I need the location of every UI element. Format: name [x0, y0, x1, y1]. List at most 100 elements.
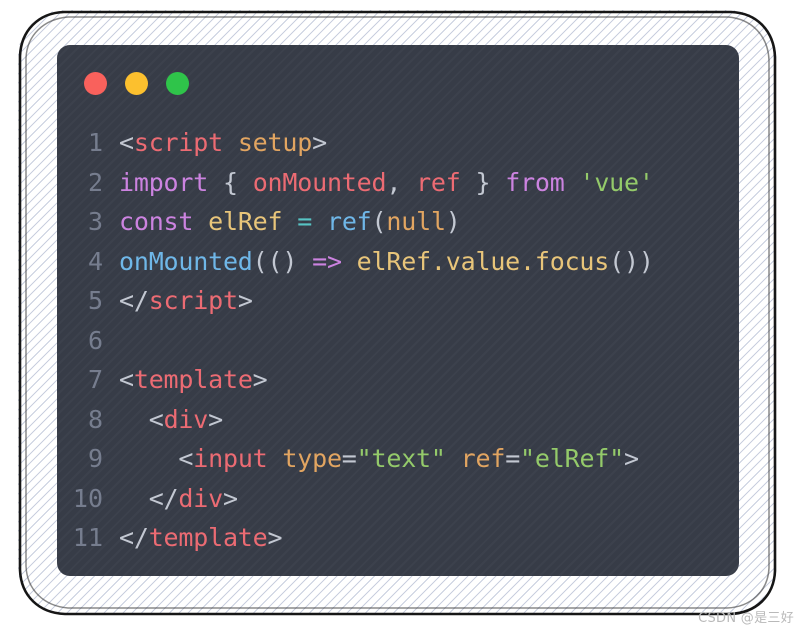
screenshot-root: 1 <script setup> 2 import { onMounted, ref …: [0, 0, 802, 631]
code-line[interactable]: 6: [57, 321, 739, 361]
code-token-punct: </: [119, 483, 179, 513]
line-number: 4: [87, 246, 103, 276]
code-line-text: </script>: [119, 281, 253, 321]
code-token-string: "text": [356, 444, 446, 473]
code-token-punct: ((): [252, 246, 298, 276]
code-line[interactable]: 9 <input type="text" ref="elRef">: [57, 439, 739, 479]
code-token-attr: setup: [237, 128, 313, 157]
code-token-punct: </: [119, 523, 149, 552]
code-token-tag: script: [133, 128, 223, 157]
code-token-attr: type: [282, 444, 342, 473]
code-token-punct: =: [505, 444, 521, 473]
code-token-const: null: [386, 207, 446, 236]
code-line[interactable]: 1 <script setup>: [57, 123, 739, 163]
minimize-button[interactable]: [125, 72, 148, 95]
code-line[interactable]: 11 </template>: [57, 518, 739, 558]
code-token-var: elRef.value.focus: [356, 246, 610, 276]
code-line-text: <script setup>: [119, 123, 327, 163]
code-token-func: onMounted: [119, 246, 253, 276]
watermark: CSDN @是三好: [698, 611, 794, 626]
code-token-var: elRef: [208, 207, 283, 236]
code-token-tag: template: [148, 523, 268, 552]
code-line[interactable]: 8 <div>: [57, 400, 739, 440]
code-token-keyword: =>: [312, 246, 342, 276]
line-number: 10: [72, 483, 103, 513]
code-token-func: ref: [326, 207, 372, 236]
code-line[interactable]: 10 </div>: [57, 479, 739, 519]
code-line[interactable]: 7 <template>: [57, 360, 739, 400]
line-number: 8: [87, 404, 103, 434]
code-token-punct: >: [222, 483, 238, 513]
code-token-tag: input: [193, 444, 268, 473]
code-content[interactable]: 1 <script setup> 2 import { onMounted, ref …: [57, 123, 739, 558]
code-line[interactable]: 3 const elRef = ref(null): [57, 202, 739, 242]
code-token-attr: ref: [460, 444, 506, 473]
code-token-punct: >: [267, 523, 283, 552]
code-token-tag: script: [148, 286, 238, 315]
code-token-punct: >: [312, 128, 327, 157]
maximize-button[interactable]: [166, 72, 189, 95]
code-token-op: =: [297, 207, 313, 236]
code-token-punct: ): [445, 207, 461, 236]
code-token-tag: template: [133, 365, 253, 394]
window-controls: [84, 72, 189, 95]
code-token-punct: <: [119, 365, 134, 394]
code-token-punct: ()): [609, 246, 654, 276]
line-number: 3: [87, 207, 103, 236]
close-button[interactable]: [84, 72, 107, 95]
code-token-punct: >: [237, 286, 253, 315]
code-token-punct: <: [119, 128, 134, 157]
code-token-keyword: from: [505, 167, 565, 197]
code-token-string: 'vue': [579, 167, 654, 197]
code-token-punct: >: [252, 365, 268, 394]
code-token-punct: <: [119, 444, 194, 473]
code-token-keyword: const: [119, 207, 194, 236]
code-line-text: </template>: [119, 518, 283, 558]
code-token-keyword: import: [119, 167, 209, 197]
code-token-tag: div: [163, 404, 209, 434]
line-number: 9: [87, 444, 103, 473]
code-line[interactable]: 5 </script>: [57, 281, 739, 321]
code-line-text: <div>: [119, 400, 223, 440]
code-token-punct: }: [475, 167, 491, 197]
code-line[interactable]: 2 import { onMounted, ref } from 'vue': [57, 163, 739, 203]
line-number: 1: [87, 128, 103, 157]
code-token-punct: (: [371, 207, 387, 236]
code-line[interactable]: 4 onMounted(() => elRef.value.focus()): [57, 242, 739, 282]
code-line-text: <template>: [119, 360, 268, 400]
code-token-punct: ,: [386, 167, 402, 197]
code-token-punct: >: [208, 404, 223, 434]
code-line-text: onMounted(() => elRef.value.focus()): [119, 242, 654, 282]
code-line-text: import { onMounted, ref } from 'vue': [119, 163, 654, 203]
line-number: 6: [87, 325, 103, 355]
code-token-string: "elRef": [520, 444, 625, 473]
code-line-text: <input type="text" ref="elRef">: [119, 439, 639, 479]
code-token-punct: {: [222, 167, 238, 197]
code-token-punct: <: [119, 404, 164, 434]
code-editor-panel: 1 <script setup> 2 import { onMounted, ref …: [57, 45, 739, 576]
code-token-punct: =: [341, 444, 357, 473]
code-line-text: </div>: [119, 479, 238, 519]
code-token-tag: div: [178, 483, 223, 513]
code-token-punct: </: [119, 286, 149, 315]
line-number: 5: [87, 286, 103, 315]
code-token-ident: ref: [416, 167, 461, 197]
line-number: 2: [87, 167, 103, 197]
code-token-punct: >: [624, 444, 639, 473]
code-line-text: const elRef = ref(null): [119, 202, 461, 242]
code-token-ident: onMounted: [252, 167, 387, 197]
